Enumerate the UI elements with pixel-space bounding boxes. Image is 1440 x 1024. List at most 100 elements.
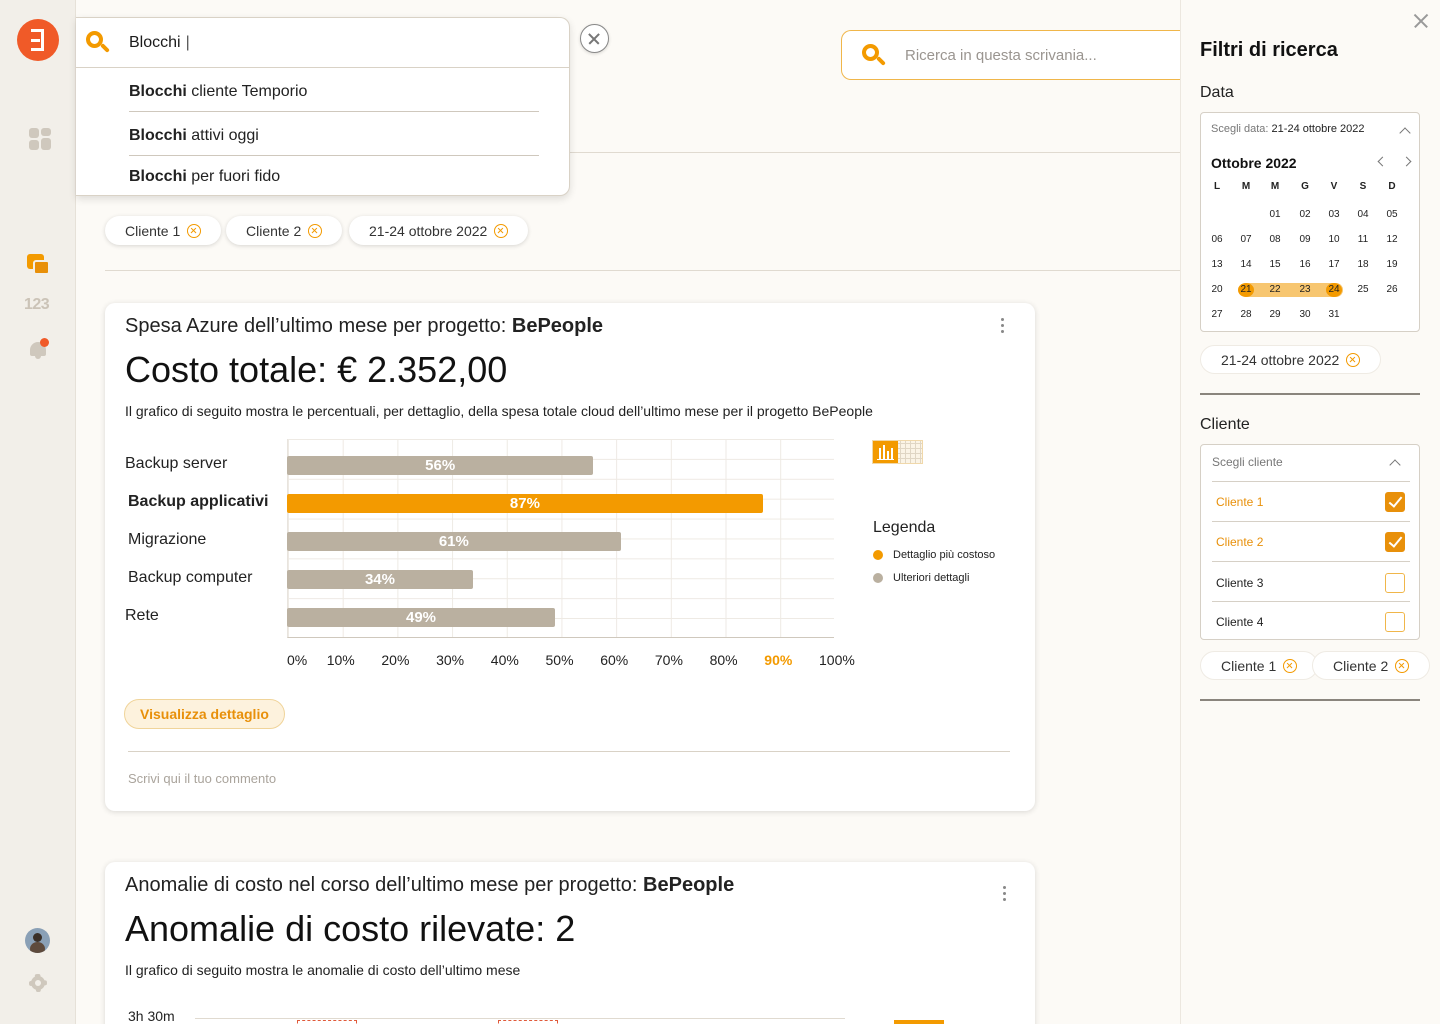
panel-divider (1200, 699, 1420, 701)
search-suggestion[interactable]: Blocchi per fuori fido (129, 168, 539, 196)
client-option[interactable]: Cliente 1 (1212, 481, 1410, 521)
calendar-day[interactable]: 28 (1238, 308, 1254, 322)
checkbox-unchecked[interactable] (1385, 572, 1405, 593)
calendar-day[interactable]: 26 (1384, 283, 1400, 297)
legend-dot (873, 573, 883, 583)
date-picker[interactable]: Scegli data: 21-24 ottobre 2022 Ottobre … (1200, 112, 1420, 332)
chevron-up-icon[interactable] (1399, 127, 1411, 139)
calendar-day[interactable]: 15 (1267, 258, 1283, 272)
bar[interactable]: 49% (287, 608, 556, 627)
calendar-day[interactable]: 16 (1297, 258, 1313, 272)
notifications-icon[interactable] (29, 338, 49, 360)
client-select[interactable]: Scegli cliente Cliente 1 Cliente 2 Clien… (1200, 444, 1420, 640)
calendar-day[interactable]: 11 (1355, 233, 1371, 247)
client-select-placeholder: Scegli cliente (1212, 455, 1283, 469)
search-input[interactable]: Blocchi | (76, 18, 569, 68)
checkbox-unchecked[interactable] (1385, 611, 1405, 632)
close-panel-icon[interactable] (1414, 14, 1428, 28)
checkbox-checked[interactable] (1385, 491, 1405, 512)
calendar-day[interactable]: 31 (1326, 308, 1342, 322)
remove-chip-icon[interactable] (1395, 658, 1410, 673)
calendar-day[interactable]: 10 (1326, 233, 1342, 247)
calendar-day[interactable]: 01 (1267, 208, 1283, 222)
bar-chart-view-icon[interactable] (873, 441, 898, 463)
calendar-day[interactable]: 23 (1297, 283, 1313, 297)
dashboard-icon[interactable] (29, 128, 51, 150)
chart-view-toggle[interactable] (872, 440, 923, 464)
client-option[interactable]: Cliente 2 (1212, 521, 1410, 561)
calendar-day[interactable]: 17 (1326, 258, 1342, 272)
filter-chip-date[interactable]: 21-24 ottobre 2022 (349, 216, 529, 245)
client-option[interactable]: Cliente 4 (1212, 601, 1410, 641)
filter-chip-label: Cliente 2 (246, 222, 302, 239)
more-options-icon[interactable] (1003, 886, 1007, 902)
calendar-day[interactable]: 14 (1238, 258, 1254, 272)
calendar-day[interactable]: 05 (1384, 208, 1400, 222)
table-view-icon[interactable] (897, 441, 922, 463)
app-logo[interactable] (17, 19, 59, 61)
calendar-day[interactable]: 07 (1238, 233, 1254, 247)
next-month-icon[interactable] (1401, 156, 1412, 167)
bar[interactable]: 87% (287, 494, 763, 513)
date-chip-label: 21-24 ottobre 2022 (1221, 351, 1340, 368)
calendar-day[interactable]: 30 (1297, 308, 1313, 322)
remove-chip-icon[interactable] (1283, 658, 1298, 673)
filter-chip-cliente-2[interactable]: Cliente 2 (226, 216, 343, 245)
client-chip[interactable]: Cliente 1 (1200, 651, 1319, 680)
comment-input[interactable]: Scrivi qui il tuo commento (128, 771, 276, 786)
settings-icon[interactable] (26, 971, 50, 995)
desks-icon[interactable] (27, 254, 51, 276)
remove-chip-icon[interactable] (494, 223, 509, 238)
calendar-day[interactable]: 18 (1355, 258, 1371, 272)
calendar-day[interactable]: 20 (1209, 283, 1225, 297)
calendar-day[interactable]: 27 (1209, 308, 1225, 322)
calendar-day[interactable]: 21 (1238, 283, 1254, 297)
bar[interactable]: 61% (287, 532, 621, 551)
calendar-day[interactable]: 04 (1355, 208, 1371, 222)
date-picker-header[interactable]: Scegli data: 21-24 ottobre 2022 (1211, 123, 1365, 135)
checkbox-checked[interactable] (1385, 531, 1405, 552)
calendar-day[interactable]: 12 (1384, 233, 1400, 247)
view-detail-button[interactable]: Visualizza dettaglio (124, 699, 285, 729)
client-option[interactable]: Cliente 3 (1212, 561, 1410, 603)
chevron-up-icon[interactable] (1389, 459, 1401, 471)
user-avatar[interactable] (25, 928, 50, 953)
calendar-day[interactable]: 22 (1267, 283, 1283, 297)
calendar-day[interactable]: 03 (1326, 208, 1342, 222)
calendar-day[interactable]: 08 (1267, 233, 1283, 247)
anomaly-card: Anomalie di costo nel corso dell’ultimo … (105, 862, 1035, 1024)
clear-search-button[interactable] (580, 24, 609, 53)
numbers-icon[interactable]: 123 (24, 296, 50, 314)
date-chip[interactable]: 21-24 ottobre 2022 (1200, 345, 1382, 374)
calendar-day[interactable]: 06 (1209, 233, 1225, 247)
calendar-day[interactable]: 25 (1355, 283, 1371, 297)
chart-view-toggle[interactable] (894, 1020, 944, 1024)
x-axis-tick: 80% (709, 652, 738, 668)
calendar-day[interactable]: 02 (1297, 208, 1313, 222)
bar-value-label: 56% (425, 457, 456, 474)
calendar-day[interactable]: 24 (1326, 283, 1342, 297)
filter-chip-cliente-1[interactable]: Cliente 1 (105, 216, 222, 245)
remove-chip-icon[interactable] (187, 223, 202, 238)
calendar-day[interactable]: 19 (1384, 258, 1400, 272)
calendar-day[interactable]: 09 (1297, 233, 1313, 247)
calendar-day[interactable]: 13 (1209, 258, 1225, 272)
remove-chip-icon[interactable] (1346, 352, 1361, 367)
bar[interactable]: 34% (287, 570, 473, 589)
client-chip[interactable]: Cliente 2 (1312, 651, 1431, 680)
search-suggestion[interactable]: Blocchi cliente Temporio (129, 83, 539, 112)
more-options-icon[interactable] (1001, 318, 1005, 334)
calendar-day[interactable]: 29 (1267, 308, 1283, 322)
prev-month-icon[interactable] (1377, 156, 1388, 167)
client-label: Cliente (1200, 416, 1250, 433)
legend-item: Ulteriori dettagli (873, 572, 969, 584)
bar[interactable]: 56% (287, 456, 594, 475)
card-subtitle-text: Anomalie di costo nel corso dell’ultimo … (125, 874, 644, 896)
search-query[interactable]: Blocchi | (129, 34, 190, 52)
bar-value-label: 34% (364, 571, 395, 588)
x-axis-tick: 70% (654, 652, 683, 668)
desk-search-input[interactable]: Ricerca in questa scrivania... (841, 30, 1181, 80)
remove-chip-icon[interactable] (308, 223, 323, 238)
search-suggestion[interactable]: Blocchi attivi oggi (129, 127, 539, 156)
search-dropdown: Blocchi | Blocchi cliente Temporio Blocch… (76, 17, 570, 196)
